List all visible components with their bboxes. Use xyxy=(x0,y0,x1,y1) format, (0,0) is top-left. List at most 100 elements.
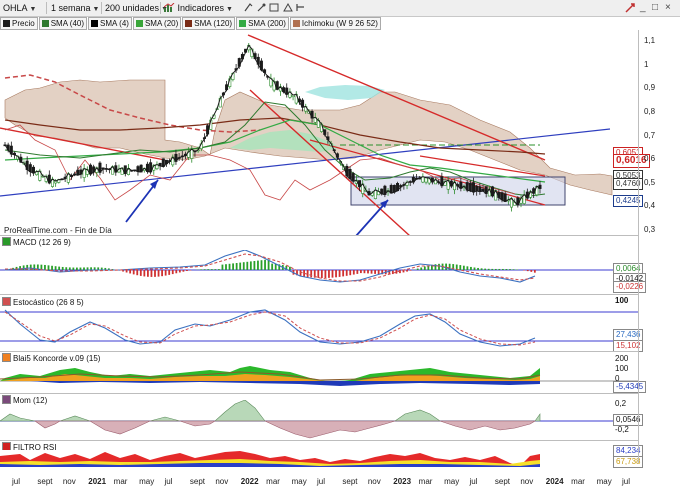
candle-body xyxy=(190,148,194,159)
macd-bar xyxy=(44,264,46,270)
macd-line xyxy=(4,250,536,283)
macd-bar xyxy=(61,266,64,270)
macd-bar xyxy=(374,270,376,274)
legend-item-ichimoku[interactable]: Ichimoku (W 9 26 52) xyxy=(289,17,381,30)
settings-icon[interactable] xyxy=(624,2,636,14)
minimize-button[interactable]: _ xyxy=(640,2,646,14)
macd-bar xyxy=(147,270,149,277)
koncorde-chart[interactable] xyxy=(0,362,638,392)
time-axis-label: 2022 xyxy=(240,477,259,486)
time-axis-label: mar xyxy=(266,477,280,486)
macd-bar xyxy=(494,268,497,270)
macd-bar xyxy=(505,268,508,270)
macd-bar xyxy=(47,265,50,270)
legend-item-sma40[interactable]: SMA (40) xyxy=(38,17,88,30)
legend-swatch xyxy=(292,20,300,27)
indicators-menu[interactable]: Indicadores ▼ xyxy=(163,2,233,14)
macd-bar xyxy=(186,270,188,272)
legend-label: SMA (40) xyxy=(50,19,85,28)
price-chart[interactable] xyxy=(0,30,638,236)
macd-bar xyxy=(338,270,341,277)
maximize-button[interactable]: □ xyxy=(652,2,658,14)
macd-bar xyxy=(143,270,146,277)
macd-bar xyxy=(345,270,348,276)
time-axis-label: nov xyxy=(215,477,229,486)
price-axis-label: 0,8 xyxy=(644,107,656,116)
units-label: 200 unidades xyxy=(105,3,160,13)
macd-bar xyxy=(512,269,515,270)
macd-bar xyxy=(406,270,408,272)
macd-bar xyxy=(335,270,337,278)
macd-bar xyxy=(491,268,494,270)
macd-bar xyxy=(22,265,25,270)
stochastic-chart[interactable] xyxy=(0,302,638,350)
macd-bar xyxy=(161,270,163,277)
time-axis-label: mar xyxy=(571,477,585,486)
price-axis-label: 0,3 xyxy=(644,224,656,234)
macd-bar xyxy=(246,261,249,270)
macd-bar xyxy=(51,265,53,270)
macd-bar xyxy=(289,266,291,270)
filtro-rsi-chart[interactable] xyxy=(0,450,638,467)
time-axis-label: may xyxy=(139,477,155,486)
legend-item-sma20[interactable]: SMA (20) xyxy=(132,17,182,30)
macd-bar xyxy=(487,268,490,270)
macd-bar xyxy=(484,268,487,270)
chevron-down-icon: ▼ xyxy=(92,6,100,13)
macd-bar xyxy=(320,270,323,278)
panel-divider xyxy=(0,393,638,395)
interval-select[interactable]: 1 semana ▼ xyxy=(51,2,99,14)
legend-swatch xyxy=(239,20,247,27)
candle-body xyxy=(478,186,482,192)
macd-chart[interactable] xyxy=(0,250,638,292)
legend-item-sma200[interactable]: SMA (200) xyxy=(236,17,289,30)
legend-item-sma120[interactable]: SMA (120) xyxy=(182,17,236,30)
macd-bar xyxy=(136,270,139,276)
macd-bar xyxy=(257,260,259,270)
macd-bar xyxy=(328,270,330,278)
macd-bar xyxy=(306,270,309,277)
macd-bar xyxy=(232,263,234,270)
macd-bar xyxy=(207,269,210,270)
time-axis-label: jul xyxy=(317,477,326,486)
macd-bar xyxy=(480,268,483,270)
data-source-label: ProRealTime.com - Fin de Día xyxy=(4,226,112,235)
time-axis-label: nov xyxy=(62,477,76,486)
drawing-tools[interactable] xyxy=(244,2,310,14)
macd-bar xyxy=(242,262,245,270)
units-select[interactable]: 200 unidades▼ xyxy=(105,2,168,14)
toolbar-separator xyxy=(160,2,161,14)
macd-bar xyxy=(526,270,529,272)
panel-divider xyxy=(0,235,638,237)
momentum-axis-label: 0,2 xyxy=(615,399,627,408)
time-axis-label: may xyxy=(444,477,460,486)
macd-bar xyxy=(420,267,423,270)
macd-bar xyxy=(377,270,380,275)
macd-bar xyxy=(225,264,227,270)
toolbar-separator xyxy=(46,2,47,14)
macd-bar xyxy=(466,266,469,270)
close-button[interactable]: × xyxy=(665,2,671,14)
time-axis-label: mar xyxy=(418,477,433,486)
legend-item-price[interactable]: Precio xyxy=(0,17,38,30)
macd-bar xyxy=(260,260,263,270)
macd-bar xyxy=(68,267,71,270)
legend-label: SMA (20) xyxy=(144,19,179,28)
legend-label: SMA (4) xyxy=(100,19,129,28)
koncorde-axis-label: 200 xyxy=(615,354,629,363)
drawing-tools-icons xyxy=(244,2,304,12)
momentum-positive xyxy=(0,400,541,422)
legend-item-sma4[interactable]: SMA (4) xyxy=(88,17,132,30)
macd-bar xyxy=(178,270,181,273)
indicator-legend: Precio SMA (40) SMA (4) SMA (20) SMA (120) SM… xyxy=(0,17,382,30)
chevron-down-icon: ▼ xyxy=(29,6,37,13)
chevron-down-icon: ▼ xyxy=(226,6,233,13)
ticker-select[interactable]: OHLA ▼ xyxy=(3,2,36,14)
panel-swatch xyxy=(2,237,11,246)
momentum-chart[interactable] xyxy=(0,400,638,440)
macd-bar xyxy=(210,269,213,270)
price-axis-label: 0,5 xyxy=(644,177,656,187)
macd-bar xyxy=(83,267,85,270)
macd-bar xyxy=(530,270,533,272)
candle-body xyxy=(392,184,396,193)
